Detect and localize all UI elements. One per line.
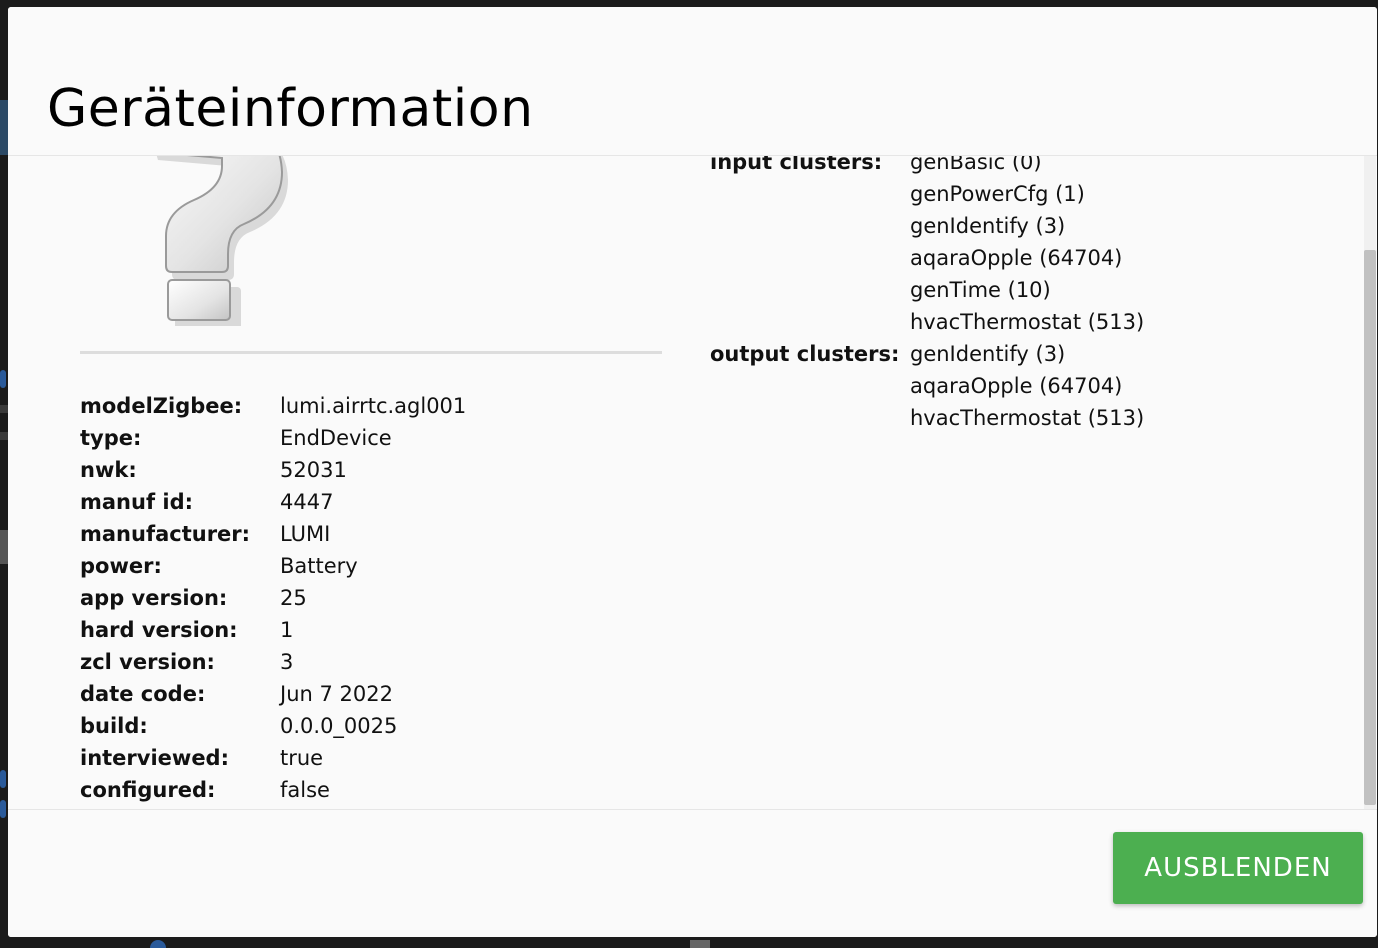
clusters-section: input clusters: genBasic (0) genPowerCfg … bbox=[710, 156, 1144, 434]
backdrop-element bbox=[690, 940, 710, 948]
cluster-item: hvacThermostat (513) bbox=[910, 406, 1145, 430]
cluster-item: hvacThermostat (513) bbox=[910, 310, 1145, 334]
info-label: build: bbox=[80, 714, 148, 738]
backdrop-element bbox=[0, 432, 8, 440]
cluster-item: genIdentify (3) bbox=[910, 214, 1066, 238]
info-value: 3 bbox=[280, 650, 294, 674]
info-label: app version: bbox=[80, 586, 228, 610]
backdrop-element bbox=[0, 800, 6, 818]
info-value: false bbox=[280, 778, 330, 802]
device-info-dialog: Geräteinformation modelZigbee: lumi.airrt… bbox=[8, 7, 1377, 937]
info-value: Jun 7 2022 bbox=[280, 682, 393, 706]
info-value: lumi.airrtc.agl001 bbox=[280, 394, 467, 418]
backdrop-element bbox=[0, 770, 6, 788]
question-mark-icon bbox=[156, 156, 288, 326]
info-label: power: bbox=[80, 554, 162, 578]
dialog-footer: AUSBLENDEN bbox=[8, 809, 1377, 937]
info-label: nwk: bbox=[80, 458, 137, 482]
section-divider bbox=[80, 351, 662, 354]
dialog-title: Geräteinformation bbox=[47, 79, 534, 139]
cluster-item: genIdentify (3) bbox=[910, 342, 1066, 366]
info-label: manufacturer: bbox=[80, 522, 251, 546]
info-value: 0.0.0_0025 bbox=[280, 714, 398, 738]
backdrop-element bbox=[150, 940, 166, 948]
info-value: Battery bbox=[280, 554, 358, 578]
info-value: EndDevice bbox=[280, 426, 392, 450]
info-label: configured: bbox=[80, 778, 216, 802]
info-label: zcl version: bbox=[80, 650, 215, 674]
info-label: type: bbox=[80, 426, 142, 450]
cluster-item: genBasic (0) bbox=[910, 156, 1042, 174]
info-value: true bbox=[280, 746, 324, 770]
backdrop-element bbox=[0, 370, 6, 388]
info-value: 4447 bbox=[280, 490, 334, 514]
info-value: 52031 bbox=[280, 458, 347, 482]
input-clusters-label: input clusters: bbox=[710, 156, 883, 174]
backdrop-element bbox=[0, 100, 8, 155]
backdrop-element bbox=[0, 530, 8, 564]
cluster-item: genTime (10) bbox=[910, 278, 1051, 302]
dialog-body[interactable]: modelZigbee: lumi.airrtc.agl001 type: EndDe… bbox=[8, 156, 1377, 809]
info-value: 25 bbox=[280, 586, 307, 610]
info-value: 1 bbox=[280, 618, 294, 642]
info-label: modelZigbee: bbox=[80, 394, 243, 418]
cluster-item: genPowerCfg (1) bbox=[910, 182, 1085, 206]
scrollbar-thumb[interactable] bbox=[1364, 250, 1376, 805]
info-label: hard version: bbox=[80, 618, 238, 642]
info-label: manuf id: bbox=[80, 490, 194, 514]
cluster-item: aqaraOpple (64704) bbox=[910, 246, 1123, 270]
dialog-header: Geräteinformation bbox=[8, 7, 1377, 156]
info-label: interviewed: bbox=[80, 746, 229, 770]
hide-button[interactable]: AUSBLENDEN bbox=[1113, 832, 1363, 904]
cluster-item: aqaraOpple (64704) bbox=[910, 374, 1123, 398]
output-clusters-list: genIdentify (3) aqaraOpple (64704) hvacThe… bbox=[910, 338, 1144, 434]
info-value: LUMI bbox=[280, 522, 331, 546]
output-clusters-group: output clusters: genIdentify (3) aqaraOpp… bbox=[710, 338, 1144, 434]
output-clusters-label: output clusters: bbox=[710, 342, 900, 366]
info-label: date code: bbox=[80, 682, 206, 706]
backdrop-element bbox=[0, 405, 8, 413]
input-clusters-list: genBasic (0) genPowerCfg (1) genIdentify (… bbox=[910, 156, 1144, 338]
input-clusters-group: input clusters: genBasic (0) genPowerCfg … bbox=[710, 156, 1144, 338]
